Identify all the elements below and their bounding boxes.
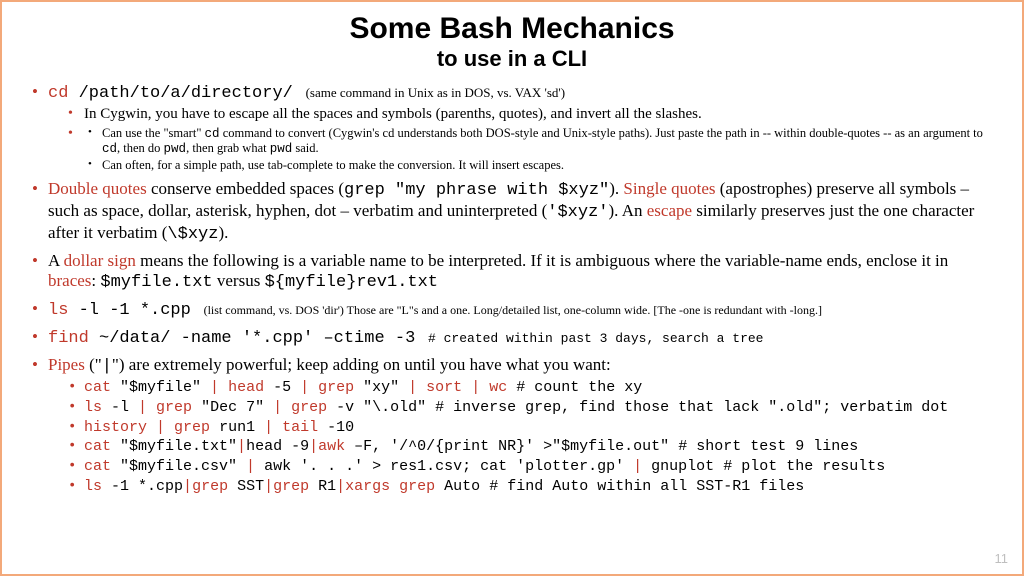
cmd-cd: cd [48, 84, 68, 103]
bullet-pipes: Pipes ("|") are extremely powerful; keep… [32, 355, 992, 495]
main-list: cd /path/to/a/directory/ (same command i… [32, 82, 992, 495]
cd-sub-smart: Can use the "smart" cd command to conver… [88, 126, 992, 158]
pipe-ex-1: cat "$myfile" | head -5 | grep "xy" | so… [68, 379, 992, 397]
bullet-cd: cd /path/to/a/directory/ (same command i… [32, 82, 992, 173]
pipe-ex-4: cat "$myfile.txt"|head -9|awk –F, '/^0/{… [68, 438, 992, 456]
page-subtitle: to use in a CLI [32, 46, 992, 72]
bullet-quotes: Double quotes conserve embedded spaces (… [32, 179, 992, 245]
pipe-ex-3: history | grep run1 | tail -10 [68, 419, 992, 437]
cd-note: (same command in Unix as in DOS, vs. VAX… [306, 85, 566, 100]
page-number: 11 [995, 551, 1009, 566]
bullet-dollar: A dollar sign means the following is a v… [32, 251, 992, 293]
page-title: Some Bash Mechanics [32, 12, 992, 46]
bullet-ls: ls -l -1 *.cpp (list command, vs. DOS 'd… [32, 299, 992, 321]
slide-frame: Some Bash Mechanics to use in a CLI cd /… [0, 0, 1024, 576]
pipe-ex-6: ls -1 *.cpp|grep SST|grep R1|xargs grep … [68, 478, 992, 496]
cd-path: /path/to/a/directory/ [68, 84, 292, 103]
cd-sub-tab: Can often, for a simple path, use tab-co… [88, 158, 992, 173]
cd-sub-escape: In Cygwin, you have to escape all the sp… [68, 106, 992, 124]
bullet-find: find ~/data/ -name '*.cpp' –ctime -3 # c… [32, 327, 992, 349]
pipe-ex-2: ls -l | grep "Dec 7" | grep -v "\.old" #… [68, 399, 992, 417]
pipe-ex-5: cat "$myfile.csv" | awk '. . .' > res1.c… [68, 458, 992, 476]
